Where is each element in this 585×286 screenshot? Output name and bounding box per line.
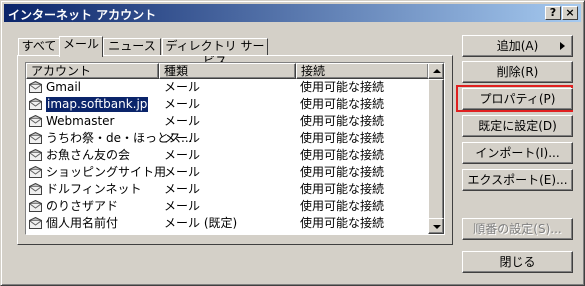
account-connection: 使用可能な接続 (300, 216, 385, 230)
import-button[interactable]: インポート(I)... (462, 142, 573, 164)
list-item[interactable]: Gmail メール 使用可能な接続 (26, 79, 428, 96)
arrow-up-icon (433, 69, 441, 73)
remove-button-label: 削除(R) (496, 65, 539, 79)
close-button-label: 閉じる (499, 255, 536, 269)
account-type: メール (164, 97, 201, 111)
account-type: メール (164, 182, 201, 196)
account-connection: 使用可能な接続 (300, 165, 385, 179)
account-name: お魚さん友の会 (46, 148, 131, 162)
tab-news-label: ニュース (108, 39, 156, 53)
mail-account-icon (29, 81, 42, 93)
scroll-thumb[interactable] (428, 79, 444, 221)
scroll-down-button[interactable] (428, 218, 444, 234)
list-item[interactable]: お魚さん友の会 メール 使用可能な接続 (26, 147, 428, 164)
account-connection: 使用可能な接続 (300, 199, 385, 213)
tab-mail[interactable]: メール (59, 36, 103, 57)
account-name: ショッピングサイト用 (46, 165, 167, 179)
list-item[interactable]: のりさザアド メール 使用可能な接続 (26, 198, 428, 215)
set-default-button[interactable]: 既定に設定(D) (462, 115, 573, 137)
list-item[interactable]: imap.softbank.jp メール 使用可能な接続 (26, 96, 428, 113)
account-type: メール (164, 148, 201, 162)
close-button[interactable]: 閉じる (462, 251, 573, 273)
mail-account-icon (29, 149, 42, 161)
title-bar: インターネット アカウント ? × (4, 4, 581, 22)
list-item[interactable]: うちわ祭・de・ほっとス... メール 使用可能な接続 (26, 130, 428, 147)
mail-account-icon (29, 132, 42, 144)
account-name: Webmaster (46, 114, 115, 128)
properties-button[interactable]: プロパティ(P) (462, 88, 573, 110)
mail-account-icon (29, 200, 42, 212)
export-button[interactable]: エクスポート(E)... (462, 169, 573, 191)
list-item[interactable]: Webmaster メール 使用可能な接続 (26, 113, 428, 130)
list-item[interactable]: 個人用名前付 メール (既定) 使用可能な接続 (26, 215, 428, 232)
account-connection: 使用可能な接続 (300, 114, 385, 128)
order-button[interactable]: 順番の設定(S)... (462, 218, 573, 240)
vertical-scrollbar[interactable] (428, 63, 444, 234)
tab-directory-service[interactable]: ディレクトリ サービス (162, 38, 268, 68)
properties-button-label: プロパティ(P) (479, 92, 556, 106)
column-header-connection[interactable]: 接続 (296, 63, 429, 79)
column-header-account[interactable]: アカウント (26, 63, 159, 79)
mail-account-icon (29, 183, 42, 195)
export-button-label: エクスポート(E)... (467, 173, 568, 187)
help-button[interactable]: ? (545, 6, 561, 20)
account-type: メール (164, 131, 201, 145)
order-button-label: 順番の設定(S)... (473, 222, 562, 236)
account-name: Gmail (46, 80, 82, 94)
arrow-down-icon (433, 225, 441, 229)
add-button-label: 追加(A) (496, 39, 539, 53)
column-header-type[interactable]: 種類 (159, 63, 296, 79)
list-item[interactable]: ショッピングサイト用 メール 使用可能な接続 (26, 164, 428, 181)
submenu-arrow-icon (560, 42, 565, 50)
mail-account-icon (29, 217, 42, 229)
mail-account-icon (29, 115, 42, 127)
import-button-label: インポート(I)... (475, 146, 560, 160)
account-name: のりさザアド (46, 199, 119, 213)
scroll-up-button[interactable] (428, 63, 444, 79)
internet-accounts-dialog: インターネット アカウント ? × すべて メール ニュース ディレクトリ サー… (0, 0, 585, 286)
account-connection: 使用可能な接続 (300, 148, 385, 162)
list-item[interactable]: ドルフィンネット メール 使用可能な接続 (26, 181, 428, 198)
account-name: 個人用名前付 (46, 216, 119, 230)
add-button[interactable]: 追加(A) (462, 35, 573, 57)
account-connection: 使用可能な接続 (300, 182, 385, 196)
tab-all[interactable]: すべて (18, 38, 60, 55)
account-name: ドルフィンネット (46, 182, 142, 196)
tab-mail-label: メール (62, 37, 99, 51)
account-list[interactable]: アカウント 種類 接続 Gmail メール 使用可能な接続 imap.softbank… (25, 62, 445, 235)
account-type: メール (164, 165, 201, 179)
account-type: メール (164, 80, 201, 94)
close-window-button[interactable]: × (562, 6, 578, 20)
account-connection: 使用可能な接続 (300, 97, 385, 111)
account-type: メール (164, 114, 201, 128)
account-type: メール (164, 199, 201, 213)
set-default-button-label: 既定に設定(D) (478, 119, 557, 133)
account-name: imap.softbank.jp (44, 96, 150, 113)
account-connection: 使用可能な接続 (300, 80, 385, 94)
account-connection: 使用可能な接続 (300, 131, 385, 145)
tab-news[interactable]: ニュース (103, 38, 161, 55)
window-title: インターネット アカウント (8, 8, 157, 22)
remove-button[interactable]: 削除(R) (462, 61, 573, 83)
mail-account-icon (29, 166, 42, 178)
mail-account-icon (29, 98, 42, 110)
account-type: メール (既定) (164, 216, 238, 230)
tab-all-label: すべて (21, 39, 57, 53)
